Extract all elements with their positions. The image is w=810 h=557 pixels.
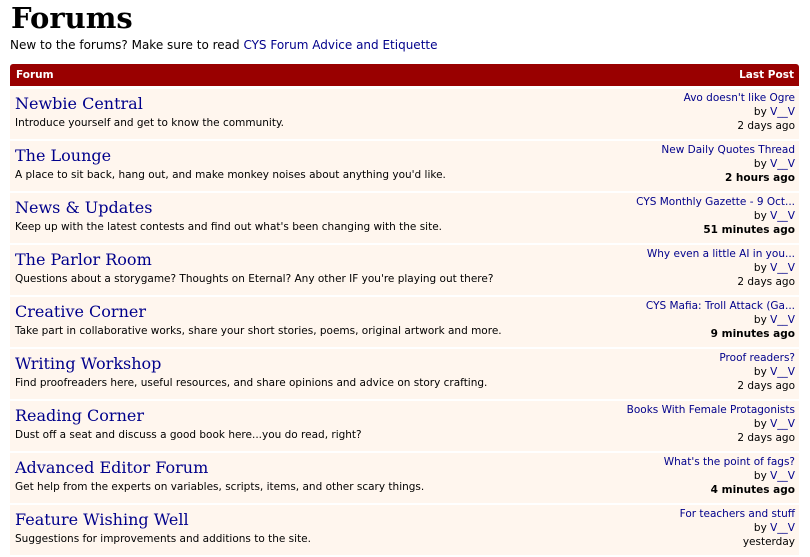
- last-post-time: 4 minutes ago: [710, 484, 795, 496]
- last-post: CYS Monthly Gazette - 9 Oct... by V__V 51 …: [636, 195, 795, 237]
- forum-row: News & Updates Keep up with the latest co…: [10, 193, 799, 243]
- author-link[interactable]: V__V: [770, 470, 795, 482]
- forum-rows: Newbie Central Introduce yourself and get…: [10, 89, 799, 555]
- forum-row: Feature Wishing Well Suggestions for impr…: [10, 505, 799, 555]
- last-post-author: by V__V: [661, 157, 795, 171]
- by-label: by: [753, 106, 771, 118]
- last-post-time: 51 minutes ago: [703, 224, 795, 236]
- forum-description: Find proofreaders here, useful resources…: [15, 377, 488, 389]
- forum-description: Take part in collaborative works, share …: [15, 325, 502, 337]
- last-post: Avo doesn't like Ogre by V__V 2 days ago: [684, 91, 795, 133]
- forum-row: Newbie Central Introduce yourself and get…: [10, 89, 799, 139]
- page-title: Forums: [11, 1, 133, 35]
- forum-description: Dust off a seat and discuss a good book …: [15, 429, 362, 441]
- forum-description: Suggestions for improvements and additio…: [15, 533, 311, 545]
- forum-name-link[interactable]: Creative Corner: [15, 302, 146, 322]
- forum-name-link[interactable]: Reading Corner: [15, 406, 144, 426]
- by-label: by: [753, 366, 771, 378]
- last-post-title-link[interactable]: Avo doesn't like Ogre: [684, 91, 795, 105]
- intro-label: New to the forums? Make sure to read: [10, 38, 244, 52]
- last-post-author: by V__V: [636, 209, 795, 223]
- author-link[interactable]: V__V: [770, 158, 795, 170]
- author-link[interactable]: V__V: [770, 210, 795, 222]
- forum-description: Introduce yourself and get to know the c…: [15, 117, 285, 129]
- forum-description: Get help from the experts on variables, …: [15, 481, 425, 493]
- author-link[interactable]: V__V: [770, 262, 795, 274]
- by-label: by: [753, 522, 771, 534]
- by-label: by: [753, 158, 771, 170]
- last-post-title-link[interactable]: CYS Mafia: Troll Attack (Ga...: [646, 299, 795, 313]
- last-post: CYS Mafia: Troll Attack (Ga... by V__V 9 m…: [646, 299, 795, 341]
- etiquette-link[interactable]: CYS Forum Advice and Etiquette: [243, 38, 437, 52]
- last-post-title-link[interactable]: What's the point of fags?: [664, 455, 795, 469]
- last-post: Proof readers? by V__V 2 days ago: [719, 351, 795, 393]
- table-header: Forum Last Post: [10, 64, 799, 86]
- forum-name-link[interactable]: News & Updates: [15, 198, 152, 218]
- author-link[interactable]: V__V: [770, 418, 795, 430]
- last-post: Why even a little AI in you... by V__V 2 d…: [647, 247, 795, 289]
- last-post: What's the point of fags? by V__V 4 minute…: [664, 455, 795, 497]
- last-post: New Daily Quotes Thread by V__V 2 hours ag…: [661, 143, 795, 185]
- by-label: by: [753, 262, 771, 274]
- by-label: by: [753, 314, 771, 326]
- last-post-author: by V__V: [647, 261, 795, 275]
- last-post-time: 2 days ago: [737, 432, 795, 444]
- last-post-author: by V__V: [664, 469, 795, 483]
- forum-row: Writing Workshop Find proofreaders here, …: [10, 349, 799, 399]
- forum-row: Reading Corner Dust off a seat and discus…: [10, 401, 799, 451]
- last-post-title-link[interactable]: CYS Monthly Gazette - 9 Oct...: [636, 195, 795, 209]
- header-last-post: Last Post: [739, 69, 794, 81]
- author-link[interactable]: V__V: [770, 366, 795, 378]
- forum-description: A place to sit back, hang out, and make …: [15, 169, 446, 181]
- forum-name-link[interactable]: The Lounge: [15, 146, 111, 166]
- last-post-author: by V__V: [680, 521, 795, 535]
- author-link[interactable]: V__V: [770, 106, 795, 118]
- last-post-author: by V__V: [627, 417, 795, 431]
- last-post-author: by V__V: [684, 105, 795, 119]
- intro-text: New to the forums? Make sure to read CYS…: [10, 37, 437, 53]
- by-label: by: [753, 470, 771, 482]
- last-post-time: 9 minutes ago: [710, 328, 795, 340]
- last-post-time: 2 days ago: [737, 120, 795, 132]
- forum-description: Questions about a storygame? Thoughts on…: [15, 273, 494, 285]
- last-post-author: by V__V: [646, 313, 795, 327]
- last-post-time: yesterday: [742, 536, 795, 548]
- last-post-time: 2 hours ago: [724, 172, 795, 184]
- forum-row: The Parlor Room Questions about a storyga…: [10, 245, 799, 295]
- forum-name-link[interactable]: Writing Workshop: [15, 354, 161, 374]
- last-post-title-link[interactable]: Books With Female Protagonists: [627, 403, 795, 417]
- last-post-title-link[interactable]: New Daily Quotes Thread: [661, 143, 795, 157]
- last-post: Books With Female Protagonists by V__V 2 d…: [627, 403, 795, 445]
- header-forum: Forum: [16, 69, 54, 81]
- last-post-author: by V__V: [719, 365, 795, 379]
- last-post-title-link[interactable]: Why even a little AI in you...: [647, 247, 795, 261]
- forum-name-link[interactable]: Feature Wishing Well: [15, 510, 189, 530]
- last-post-title-link[interactable]: For teachers and stuff: [680, 507, 795, 521]
- forum-name-link[interactable]: Advanced Editor Forum: [15, 458, 208, 478]
- last-post: For teachers and stuff by V__V yesterday: [680, 507, 795, 549]
- last-post-time: 2 days ago: [737, 380, 795, 392]
- by-label: by: [753, 418, 771, 430]
- forum-name-link[interactable]: Newbie Central: [15, 94, 143, 114]
- author-link[interactable]: V__V: [770, 522, 795, 534]
- last-post-title-link[interactable]: Proof readers?: [719, 351, 795, 365]
- forum-row: The Lounge A place to sit back, hang out,…: [10, 141, 799, 191]
- forum-table: Forum Last Post Newbie Central Introduce …: [10, 64, 799, 555]
- forum-row: Creative Corner Take part in collaborativ…: [10, 297, 799, 347]
- forum-row: Advanced Editor Forum Get help from the e…: [10, 453, 799, 503]
- author-link[interactable]: V__V: [770, 314, 795, 326]
- last-post-time: 2 days ago: [737, 276, 795, 288]
- forum-name-link[interactable]: The Parlor Room: [15, 250, 152, 270]
- by-label: by: [753, 210, 771, 222]
- forum-description: Keep up with the latest contests and fin…: [15, 221, 443, 233]
